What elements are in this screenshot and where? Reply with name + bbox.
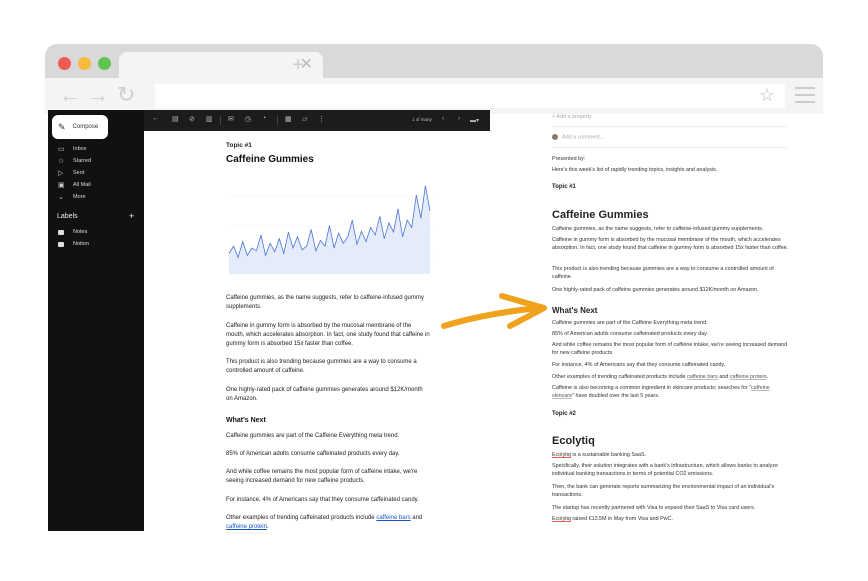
email-topic-label: Topic #1 bbox=[226, 142, 252, 149]
label-icon bbox=[58, 229, 64, 235]
email-paragraph: One highly-rated pack of caffeine gummie… bbox=[226, 387, 423, 402]
label-item-notes[interactable]: Notes bbox=[58, 229, 87, 235]
topic1-title: Caffeine Gummies bbox=[552, 209, 649, 221]
presented-by: Presented by: bbox=[552, 156, 586, 162]
address-bar[interactable] bbox=[155, 84, 785, 108]
email-paragraph: Caffeine gummies, as the name suggests, … bbox=[226, 295, 424, 310]
more-vert-icon[interactable]: ⋮ bbox=[318, 115, 325, 123]
divider bbox=[552, 147, 788, 148]
notion-paragraph: This product is also trending because gu… bbox=[552, 266, 774, 280]
trend-chart bbox=[226, 185, 433, 274]
next-page-icon[interactable]: › bbox=[458, 116, 460, 122]
nav-item-all-mail[interactable]: ▣ All Mail bbox=[58, 181, 91, 189]
topic2-label: Topic #2 bbox=[552, 411, 576, 417]
notion-paragraph: Caffeine in gummy form is absorbed by th… bbox=[552, 237, 789, 251]
pager-text: 1 of many bbox=[412, 117, 432, 122]
labels-heading: Labels bbox=[57, 213, 78, 220]
mail-icon[interactable]: ✉ bbox=[228, 115, 234, 123]
all-mail-icon: ▣ bbox=[58, 182, 65, 189]
email-paragraph: Other examples of trending caffeinated p… bbox=[226, 515, 423, 530]
avatar bbox=[552, 134, 558, 140]
move-icon[interactable]: ▦ bbox=[285, 115, 292, 123]
notion-paragraph: For instance, 4% of Americans say that t… bbox=[552, 362, 726, 368]
divider bbox=[552, 126, 788, 127]
email-paragraph: Caffeine gummies are part of the Caffein… bbox=[226, 433, 400, 439]
notion-paragraph: Caffeine gummies, as the name suggests, … bbox=[552, 226, 764, 232]
notion-paragraph: 85% of American adults consume caffeinat… bbox=[552, 331, 708, 337]
archive-icon[interactable]: ▤ bbox=[172, 115, 179, 123]
notion-paragraph: Then, the bank can generate reports summ… bbox=[552, 484, 775, 498]
intro-text: Here's this week's list of rapidly trend… bbox=[552, 167, 718, 173]
inbox-icon: ▭ bbox=[58, 146, 65, 153]
topic1-label: Topic #1 bbox=[552, 184, 576, 190]
caffeine-bars-link[interactable]: caffeine bars bbox=[687, 374, 718, 380]
compose-button[interactable]: ✎ Compose bbox=[52, 115, 108, 139]
nav-item-more[interactable]: ⌄ More bbox=[58, 193, 86, 201]
label-icon bbox=[58, 241, 64, 247]
caffeine-protein-link[interactable]: caffeine protein bbox=[226, 524, 267, 530]
minimize-window-button[interactable] bbox=[78, 57, 91, 70]
whats-next-heading: What's Next bbox=[552, 306, 598, 315]
browser-menu-icon[interactable] bbox=[795, 87, 815, 108]
tag-icon[interactable]: ▱ bbox=[302, 115, 307, 123]
gmail-toolbar: ← ▤ ⊘ ▥ ✉ ◷ ◔ ▦ ▱ ⋮ 1 of many ‹ › ▬▾ bbox=[144, 110, 490, 131]
task-icon[interactable]: ◔ bbox=[262, 115, 266, 122]
maximize-window-button[interactable] bbox=[98, 57, 111, 70]
nav-item-sent[interactable]: ▷ Sent bbox=[58, 169, 84, 177]
notion-paragraph: And while coffee remains the most popula… bbox=[552, 342, 788, 356]
email-whats-next-heading: What's Next bbox=[226, 417, 266, 424]
notion-paragraph: Ecolytiq raised €13.5M in May from Visa … bbox=[552, 516, 673, 522]
close-window-button[interactable] bbox=[58, 57, 71, 70]
add-comment-field[interactable]: Add a comment... bbox=[552, 134, 792, 142]
nav-item-inbox[interactable]: ▭ Inbox bbox=[58, 145, 86, 153]
notion-paragraph: Caffeine is also becoming a common ingre… bbox=[552, 385, 770, 399]
browser-window: ✕ + ← → ↻ ☆ bbox=[45, 44, 823, 114]
email-paragraph: For instance, 4% of Americans say that t… bbox=[226, 497, 419, 503]
clock-icon[interactable]: ◷ bbox=[245, 115, 251, 123]
back-icon[interactable]: ← bbox=[152, 115, 159, 122]
toolbar-divider bbox=[277, 116, 278, 125]
report-spam-icon[interactable]: ⊘ bbox=[189, 115, 195, 123]
nav-item-starred[interactable]: ☆ Starred bbox=[58, 157, 91, 165]
add-property-button[interactable]: + Add a property bbox=[552, 114, 792, 122]
forward-arrow-icon[interactable]: → bbox=[87, 83, 109, 107]
new-tab-icon[interactable]: + bbox=[288, 55, 308, 76]
notion-paragraph: Specifically, their solution integrates … bbox=[552, 463, 778, 477]
notion-paragraph: Other examples of trending caffeinated p… bbox=[552, 374, 769, 380]
prev-page-icon[interactable]: ‹ bbox=[442, 116, 444, 122]
email-paragraph: This product is also trending because gu… bbox=[226, 359, 417, 374]
notion-paragraph: The startup has recently partnered with … bbox=[552, 505, 756, 511]
notion-paragraph: Caffeine gummies are part of the Caffein… bbox=[552, 320, 708, 326]
email-title: Caffeine Gummies bbox=[226, 154, 314, 165]
chart-area bbox=[229, 185, 430, 274]
arrow-graphic bbox=[441, 293, 547, 329]
topic2-title: Ecolytiq bbox=[552, 435, 595, 447]
toolbar-divider bbox=[220, 116, 221, 125]
email-paragraph: Caffeine in gummy form is absorbed by th… bbox=[226, 323, 430, 347]
chevron-down-icon: ⌄ bbox=[58, 194, 64, 201]
bookmark-star-icon[interactable]: ☆ bbox=[759, 84, 775, 106]
pencil-icon: ✎ bbox=[58, 121, 66, 132]
send-icon: ▷ bbox=[58, 170, 64, 177]
caffeine-protein-link[interactable]: caffeine protein bbox=[730, 374, 767, 380]
caffeine-bars-link[interactable]: caffeine bars bbox=[376, 515, 410, 521]
input-tools-icon[interactable]: ▬▾ bbox=[470, 117, 479, 124]
star-icon: ☆ bbox=[58, 158, 65, 165]
gmail-sidebar: ✎ Compose ▭ Inbox ☆ Starred ▷ Sent ▣ All Mai… bbox=[48, 110, 144, 531]
label-item-notion[interactable]: Notion bbox=[58, 241, 89, 247]
browser-navbar: ← → ↻ ☆ bbox=[45, 78, 823, 114]
back-arrow-icon[interactable]: ← bbox=[59, 83, 81, 107]
add-label-icon[interactable]: + bbox=[129, 211, 134, 221]
reload-icon[interactable]: ↻ bbox=[117, 83, 135, 107]
email-paragraph: And while coffee remains the most popula… bbox=[226, 469, 418, 484]
notion-paragraph: Ecolytiq is a sustainable banking SaaS. bbox=[552, 452, 647, 458]
notion-paragraph: One highly-rated pack of caffeine gummie… bbox=[552, 287, 759, 293]
email-paragraph: 85% of American adults consume caffeinat… bbox=[226, 451, 400, 457]
trash-icon[interactable]: ▥ bbox=[206, 115, 213, 123]
